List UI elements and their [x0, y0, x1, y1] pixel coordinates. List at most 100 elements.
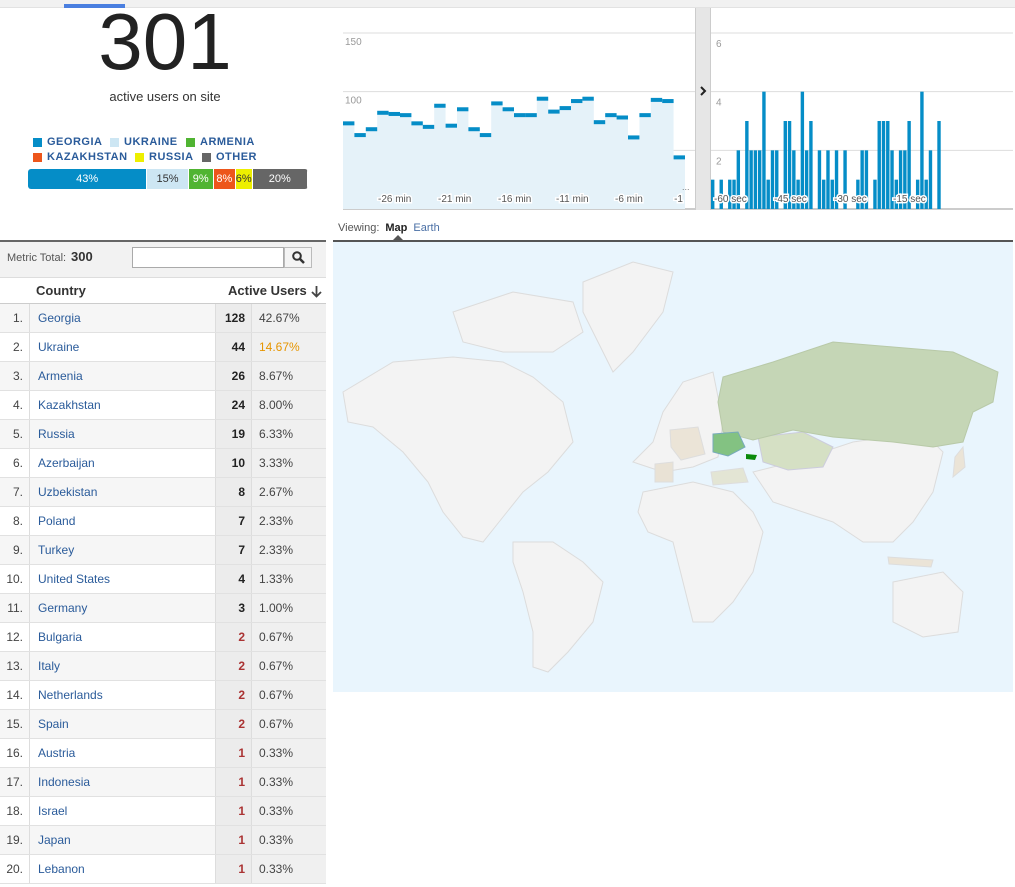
table-row: 10. United States 4 1.33%	[0, 565, 326, 594]
minute-bar	[639, 113, 651, 118]
legend-label: RUSSIA	[149, 151, 194, 163]
country-share-bar: 43% 15% 9% 8% 6% 20%	[28, 169, 308, 189]
second-bar	[766, 179, 770, 209]
legend-item: UKRAINE	[110, 136, 178, 148]
active-users-value: 44	[215, 333, 251, 361]
second-bar	[757, 150, 762, 209]
active-users-percent: 0.33%	[251, 739, 326, 767]
share-segment: 43%	[28, 169, 148, 189]
second-bar	[753, 150, 758, 209]
country-link[interactable]: Armenia	[30, 362, 215, 390]
country-link[interactable]: Indonesia	[30, 768, 215, 796]
legend-swatch	[135, 152, 144, 162]
second-bar	[822, 179, 826, 209]
second-bar	[920, 91, 924, 209]
minute-bar	[616, 115, 628, 120]
table-row: 2. Ukraine 44 14.67%	[0, 333, 326, 362]
country-link[interactable]: Spain	[30, 710, 215, 738]
country-link[interactable]: Austria	[30, 739, 215, 767]
table-row: 11. Germany 3 1.00%	[0, 594, 326, 623]
legend-swatch	[33, 152, 42, 162]
minute-bar	[548, 109, 560, 114]
country-link[interactable]: Lebanon	[30, 855, 215, 883]
active-users-percent: 42.67%	[251, 304, 326, 332]
map-georgia	[746, 454, 757, 460]
sort-descending-icon[interactable]	[311, 285, 322, 298]
legend-label: ARMENIA	[200, 136, 255, 148]
active-users-value: 4	[215, 565, 251, 593]
active-users-percent: 8.67%	[251, 362, 326, 390]
active-users-percent: 2.67%	[251, 478, 326, 506]
active-users-percent: 0.67%	[251, 652, 326, 680]
legend-item: ARMENIA	[186, 136, 255, 148]
y-tick-label: 6	[716, 39, 722, 50]
minute-bar	[662, 99, 674, 104]
map-indonesia	[887, 556, 934, 568]
view-map-tab[interactable]: Map	[385, 222, 407, 234]
row-index: 1.	[0, 304, 30, 332]
minute-bar	[400, 113, 412, 118]
country-link[interactable]: United States	[30, 565, 215, 593]
legend-item: OTHER	[202, 151, 257, 163]
legend-swatch	[33, 137, 42, 147]
legend-label: UKRAINE	[124, 136, 178, 148]
map-ukraine	[712, 431, 746, 457]
country-link[interactable]: Uzbekistan	[30, 478, 215, 506]
table-row: 6. Azerbaijan 10 3.33%	[0, 449, 326, 478]
view-earth-tab[interactable]: Earth	[413, 222, 439, 234]
table-row: 16. Austria 1 0.33%	[0, 739, 326, 768]
minute-bar	[514, 113, 526, 118]
second-bar	[762, 91, 766, 209]
world-map[interactable]	[333, 242, 1013, 692]
row-index: 5.	[0, 420, 30, 448]
row-index: 8.	[0, 507, 30, 535]
active-users-value: 2	[215, 652, 251, 680]
country-column-header[interactable]: Country	[36, 283, 86, 298]
legend-swatch	[110, 137, 119, 147]
country-link[interactable]: Israel	[30, 797, 215, 825]
country-link[interactable]: Germany	[30, 594, 215, 622]
row-index: 2.	[0, 333, 30, 361]
country-link[interactable]: Turkey	[30, 536, 215, 564]
y-tick-label: 150	[345, 37, 362, 48]
country-link[interactable]: Georgia	[30, 304, 215, 332]
country-link[interactable]: Japan	[30, 826, 215, 854]
country-link[interactable]: Kazakhstan	[30, 391, 215, 419]
active-users-value: 3	[215, 594, 251, 622]
y-tick-label: 100	[345, 96, 362, 107]
minute-bar	[559, 106, 571, 111]
row-index: 7.	[0, 478, 30, 506]
row-index: 10.	[0, 565, 30, 593]
active-users-percent: 1.33%	[251, 565, 326, 593]
country-link[interactable]: Netherlands	[30, 681, 215, 709]
table-search-input[interactable]	[132, 247, 284, 268]
table-row: 7. Uzbekistan 8 2.67%	[0, 478, 326, 507]
chart-divider-toggle[interactable]	[695, 8, 711, 210]
active-users-value: 2	[215, 623, 251, 651]
active-users-column-header[interactable]: Active Users	[228, 283, 307, 298]
metric-total-label: Metric Total:	[7, 252, 67, 264]
country-link[interactable]: Poland	[30, 507, 215, 535]
legend-label: GEORGIA	[47, 136, 103, 148]
x-tick-label: -60 sec	[714, 194, 747, 205]
active-users-value: 1	[215, 797, 251, 825]
minute-bar	[673, 155, 685, 160]
country-link[interactable]: Ukraine	[30, 333, 215, 361]
active-users-value: 7	[215, 536, 251, 564]
active-users-value: 1	[215, 826, 251, 854]
minute-bar	[365, 127, 378, 132]
second-bar	[877, 121, 881, 209]
country-link[interactable]: Bulgaria	[30, 623, 215, 651]
active-users-percent: 0.33%	[251, 855, 326, 883]
x-tick-label: -6 min	[615, 194, 643, 205]
search-button[interactable]	[284, 247, 312, 268]
table-row: 1. Georgia 128 42.67%	[0, 304, 326, 333]
x-tick-label: -15 sec	[893, 194, 926, 205]
country-link[interactable]: Italy	[30, 652, 215, 680]
country-link[interactable]: Azerbaijan	[30, 449, 215, 477]
country-link[interactable]: Russia	[30, 420, 215, 448]
minute-bar	[354, 133, 366, 138]
active-users-value: 7	[215, 507, 251, 535]
map-greenland	[582, 261, 674, 373]
legend-label: OTHER	[216, 151, 257, 163]
